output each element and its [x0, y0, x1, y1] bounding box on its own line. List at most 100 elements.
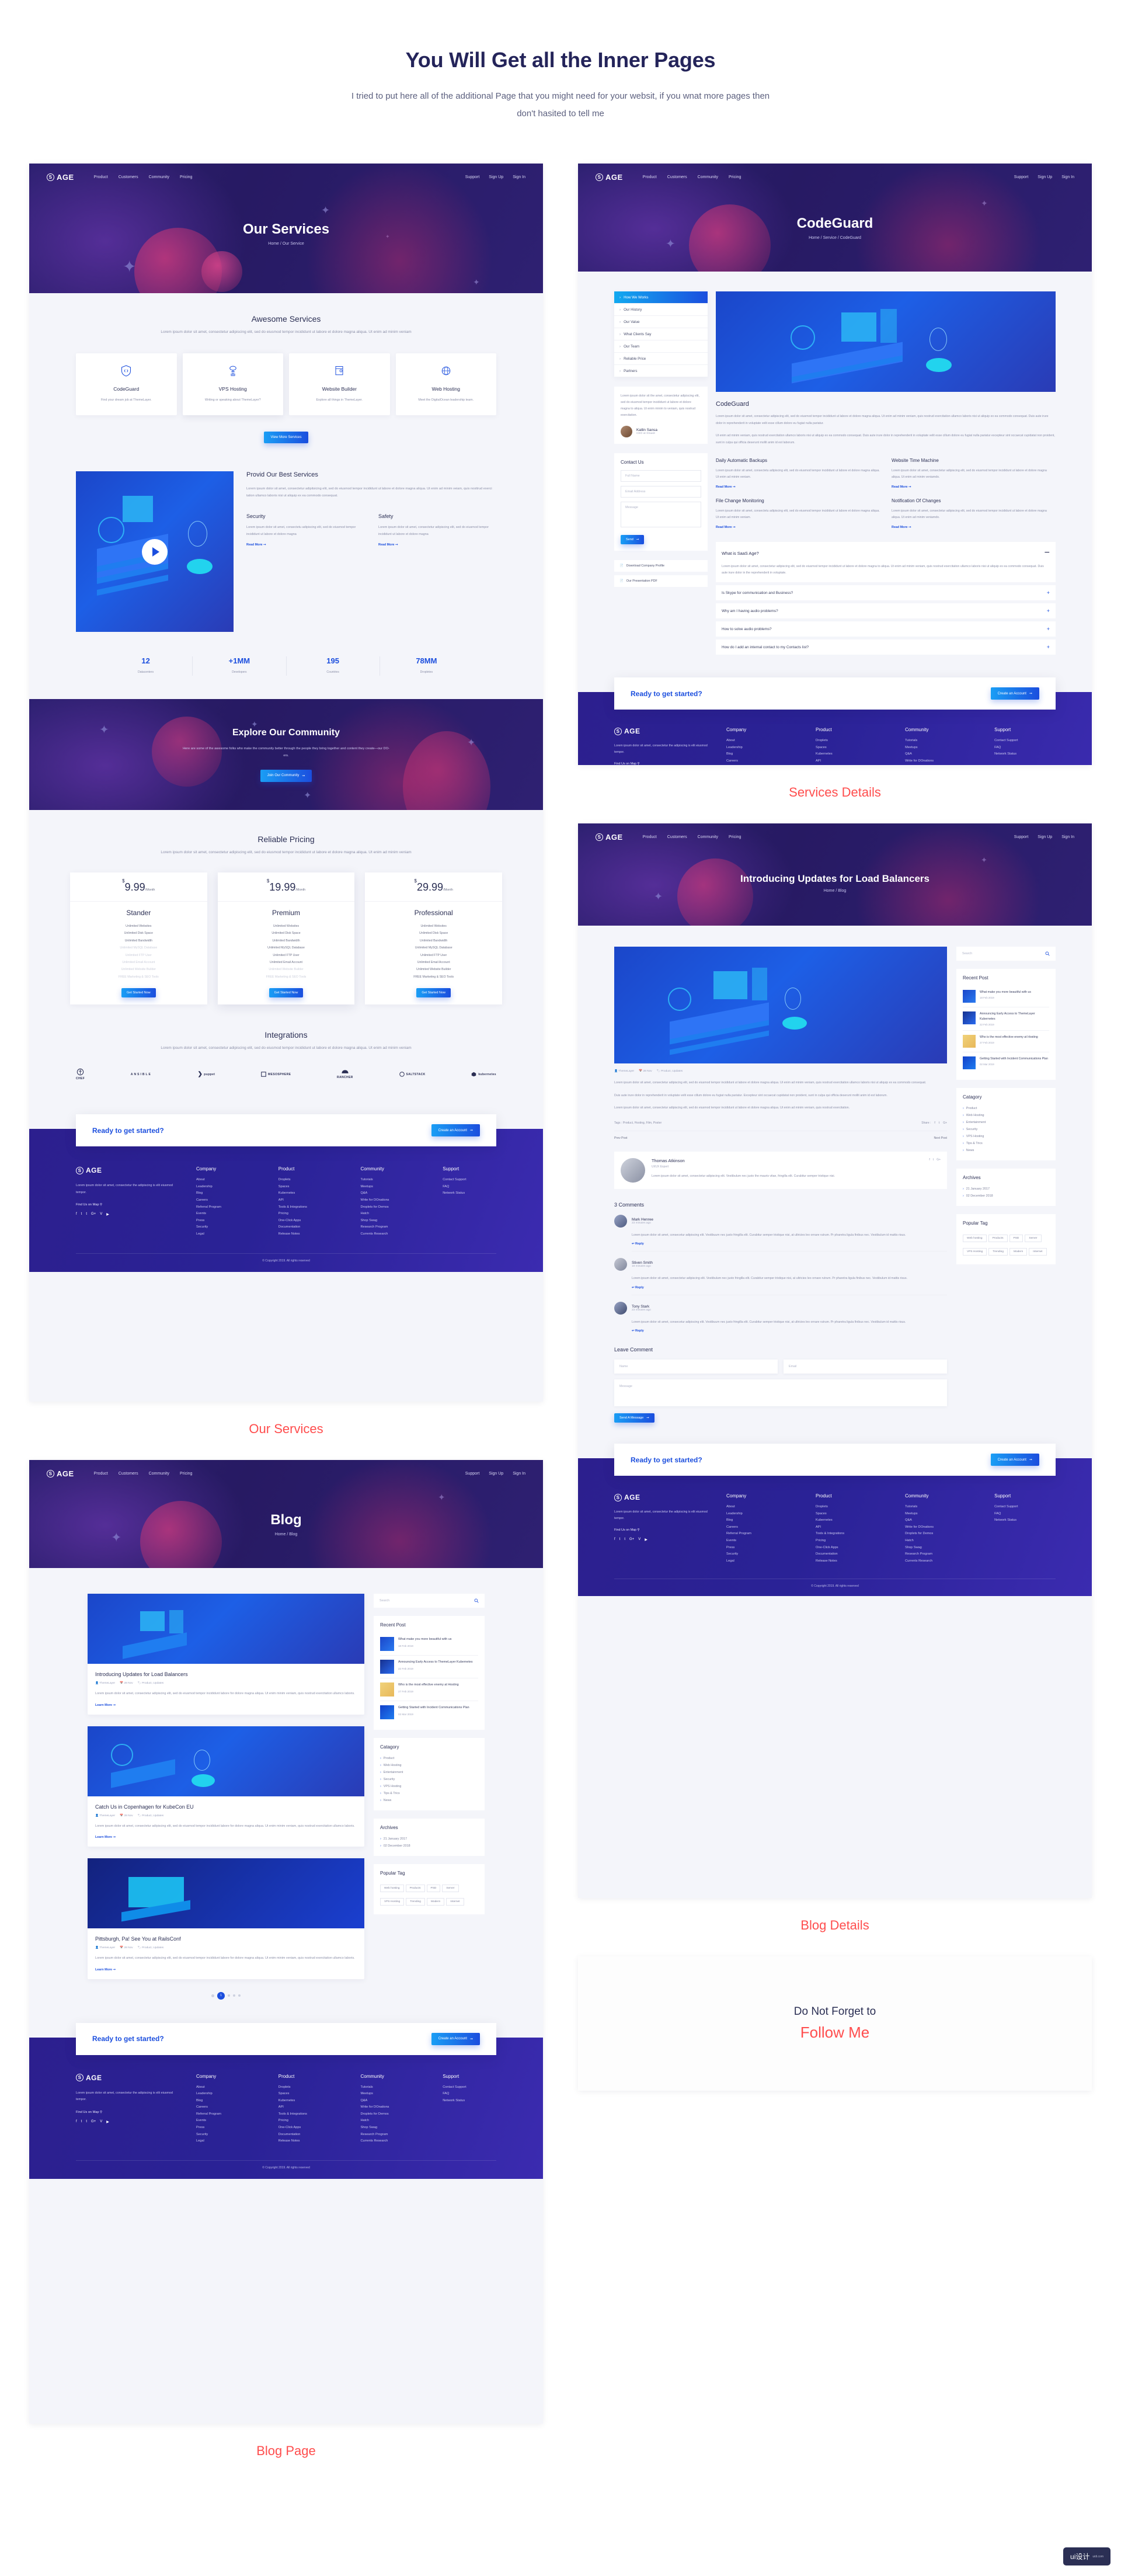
googleplus-icon[interactable]: G+ [629, 1538, 634, 1542]
recent-post-item[interactable]: Announcing Early Access to ThemeLayer Ku… [963, 1007, 1049, 1031]
reply-link[interactable]: ↩ Reply [632, 1286, 947, 1289]
googleplus-icon[interactable]: G+ [937, 1158, 941, 1164]
send-message-button[interactable]: Send A Message ➞ [614, 1413, 655, 1423]
footer-brand[interactable]: S AGE [76, 2074, 181, 2082]
service-card[interactable]: CodeGuard Find your dream job at ThemeLa… [76, 353, 177, 415]
nav-item-community[interactable]: Community [698, 175, 718, 179]
youtube-icon[interactable]: ▶ [106, 2120, 109, 2124]
reply-link[interactable]: ↩ Reply [632, 1242, 947, 1246]
recent-post-item[interactable]: Who is the most effective enemy at Hosti… [963, 1031, 1049, 1052]
vimeo-icon[interactable]: V [100, 2120, 102, 2124]
nav-item-signin[interactable]: Sign In [1061, 835, 1074, 839]
join-community-button[interactable]: Join Our Community ➞ [260, 769, 312, 782]
learn-more-link[interactable]: Learn More ➞ [95, 1704, 357, 1707]
read-more-link[interactable]: Read More ➞ [892, 485, 1056, 489]
nav-item-support[interactable]: Support [465, 175, 480, 179]
tumblr-icon[interactable]: t [86, 2120, 87, 2124]
nav-item-product[interactable]: Product [94, 175, 108, 179]
nav-item-customers[interactable]: Customers [119, 175, 138, 179]
twitter-icon[interactable]: t [933, 1158, 934, 1164]
create-account-button[interactable]: Create an Account ➞ [431, 1124, 480, 1137]
tag-chip[interactable]: VPS Hosting [963, 1248, 987, 1256]
tag-chip[interactable]: Modern [426, 1898, 445, 1906]
integration-logo[interactable]: SALTSTACK [399, 1072, 426, 1077]
nav-item-signup[interactable]: Sign Up [489, 175, 503, 179]
blog-post-card[interactable]: Catch Us in Copenhagen for KubeCon EU 👤 … [88, 1726, 364, 1847]
nav-item-signin[interactable]: Sign In [513, 175, 525, 179]
nav-item-signup[interactable]: Sign Up [1038, 175, 1052, 179]
sidebar-item-our-team[interactable]: Our Team [614, 340, 708, 353]
twitter-icon[interactable]: t [81, 1212, 82, 1216]
nav-item-product[interactable]: Product [94, 1472, 108, 1476]
sidebar-item-what-clients-say[interactable]: What Clients Say [614, 328, 708, 340]
tag-chip[interactable]: Products [988, 1235, 1008, 1242]
googleplus-icon[interactable]: G+ [943, 1121, 947, 1125]
find-on-map-link[interactable]: Find Us on Map ⚲ [76, 2111, 181, 2114]
nav-item-customers[interactable]: Customers [119, 1472, 138, 1476]
video-thumbnail[interactable] [76, 471, 234, 632]
full-name-field[interactable]: Full Name [621, 470, 701, 482]
search-input[interactable]: Search [962, 952, 972, 955]
sidebar-item-our-value[interactable]: Our Value [614, 316, 708, 328]
read-more-link[interactable]: Read More ➞ [378, 543, 496, 547]
comment-message-field[interactable]: Message [614, 1379, 947, 1406]
nav-item-signin[interactable]: Sign In [513, 1472, 525, 1476]
download-presentation-pdf[interactable]: 📄 Our Presentation PDF [614, 575, 708, 587]
play-button[interactable] [142, 538, 168, 565]
recent-post-item[interactable]: Who is the most effective enemy at Hosti… [380, 1678, 478, 1701]
find-on-map-link[interactable]: Find Us on Map ⚲ [614, 1528, 713, 1532]
service-card[interactable]: Web Hosting Meet the DigitalOcean leader… [395, 353, 496, 415]
create-account-button[interactable]: Create an Account ➞ [990, 1454, 1039, 1466]
find-on-map-link[interactable]: Find Us on Map ⚲ [614, 762, 713, 765]
tag-chip[interactable]: Trending [406, 1898, 425, 1906]
tumblr-icon[interactable]: t [624, 1538, 625, 1542]
integration-logo[interactable]: kubernetes [471, 1072, 496, 1077]
comment-email-field[interactable]: Email [784, 1360, 947, 1374]
nav-item-pricing[interactable]: Pricing [729, 175, 741, 179]
faq-item[interactable]: How do I add an internal contact to my C… [716, 639, 1056, 655]
recent-post-item[interactable]: Getting Started with Incident Communicat… [963, 1052, 1049, 1073]
footer-brand[interactable]: S AGE [614, 727, 713, 735]
integration-logo[interactable]: RANCHER [337, 1069, 353, 1079]
download-company-profile[interactable]: 📄 Download Company Profile [614, 560, 708, 572]
vimeo-icon[interactable]: V [100, 1212, 102, 1216]
comment-name-field[interactable]: Name [614, 1360, 778, 1374]
faq-item[interactable]: Is Skype for communication and Business?… [716, 585, 1056, 600]
plan-button[interactable]: Get Started Now [121, 988, 156, 998]
faq-item[interactable]: Why am I having audio problems? + [716, 603, 1056, 618]
pricing-card[interactable]: $19.99/Month Premium Unlimited Websites U… [217, 872, 355, 1005]
recent-post-item[interactable]: Announcing Early Access to ThemeLayer Ku… [380, 1656, 478, 1678]
tag-chip[interactable]: Modern [1009, 1248, 1028, 1256]
nav-item-community[interactable]: Community [149, 175, 169, 179]
blog-post-card[interactable]: Introducing Updates for Load Balancers 👤… [88, 1594, 364, 1715]
nav-item-pricing[interactable]: Pricing [180, 175, 192, 179]
read-more-link[interactable]: Read More ➞ [716, 485, 880, 489]
recent-post-item[interactable]: What make you more beautiful with us 18 F… [963, 986, 1049, 1007]
footer-brand[interactable]: S AGE [614, 1493, 713, 1501]
facebook-icon[interactable]: f [934, 1121, 935, 1125]
search-icon[interactable] [1045, 951, 1050, 956]
sidebar-item-our-history[interactable]: Our History [614, 304, 708, 316]
youtube-icon[interactable]: ▶ [645, 1538, 647, 1542]
pricing-card[interactable]: $29.99/Month Professional Unlimited Webs… [365, 872, 503, 1005]
brand-logo[interactable]: S AGE [47, 1469, 74, 1478]
tag-chip[interactable]: Products [405, 1885, 425, 1892]
integration-logo[interactable]: MESOSPHERE [261, 1072, 291, 1077]
brand-logo[interactable]: S AGE [596, 833, 623, 842]
facebook-icon[interactable]: f [76, 1212, 77, 1216]
search-icon[interactable] [474, 1598, 479, 1603]
faq-item[interactable]: How to solve audio problems? + [716, 621, 1056, 637]
reply-link[interactable]: ↩ Reply [632, 1329, 947, 1333]
facebook-icon[interactable]: f [614, 1538, 615, 1542]
pricing-card[interactable]: $9.99/Month Stander Unlimited Websites Un… [70, 872, 207, 1005]
plus-icon[interactable]: + [1047, 626, 1050, 632]
integration-logo[interactable]: CHEF [76, 1068, 85, 1080]
recent-post-item[interactable]: What make you more beautiful with us 18 F… [380, 1633, 478, 1656]
nav-item-customers[interactable]: Customers [667, 835, 687, 839]
read-more-link[interactable]: Read More ➞ [892, 526, 1056, 529]
tag-chip[interactable]: PSD [426, 1885, 441, 1892]
youtube-icon[interactable]: ▶ [106, 1212, 109, 1216]
send-button[interactable]: Send ➞ [621, 535, 645, 544]
brand-logo[interactable]: S AGE [596, 173, 623, 182]
nav-item-signup[interactable]: Sign Up [1038, 835, 1052, 839]
